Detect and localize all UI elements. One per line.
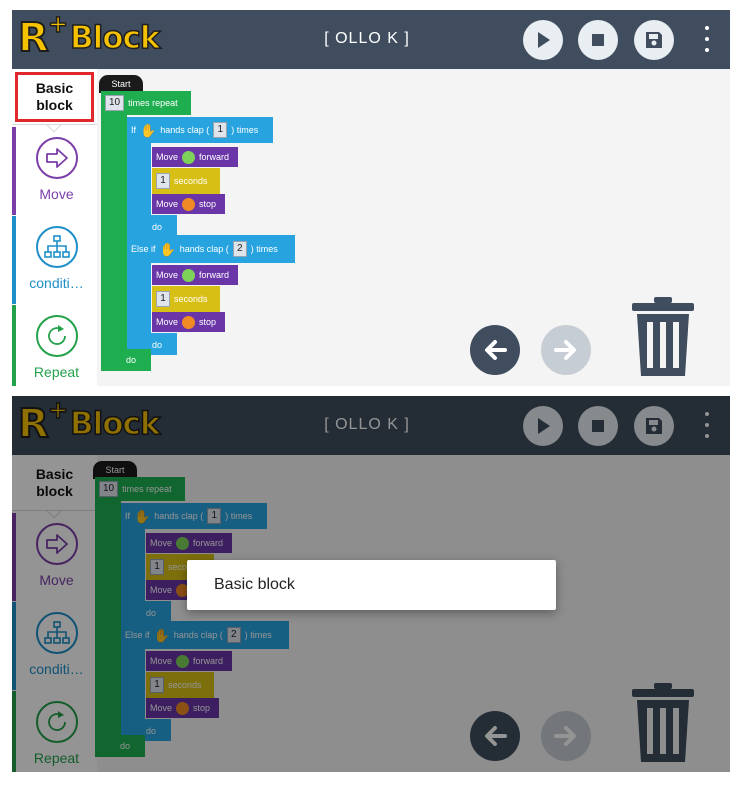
arrow-right-icon — [554, 340, 576, 360]
wait-seconds-block[interactable]: 1 seconds — [152, 286, 220, 312]
seconds-label: seconds — [174, 293, 208, 304]
move-label: Move — [156, 151, 179, 162]
move-label: Move — [156, 269, 179, 280]
redo-button[interactable] — [541, 325, 591, 375]
screenshot-top: R + Block [ OLLO K ] Basic block Move condi… — [12, 10, 730, 386]
move-forward-block[interactable]: Move forward — [152, 265, 238, 285]
else-if-label: Else if — [131, 243, 156, 254]
else-if-times: ) times — [250, 243, 278, 254]
seconds-label: seconds — [174, 175, 208, 186]
repeat-count[interactable]: 10 — [105, 95, 125, 111]
save-button[interactable] — [634, 20, 674, 60]
move-label: Move — [156, 198, 179, 209]
stop-icon — [592, 34, 604, 46]
hierarchy-icon — [35, 226, 78, 268]
play-icon — [538, 32, 550, 48]
repeat-block-body — [101, 115, 127, 349]
arrow-right-icon — [35, 137, 78, 179]
move-stop-block[interactable]: Move stop — [152, 312, 225, 332]
if-label: If — [131, 124, 137, 135]
if-do-label: do — [127, 215, 177, 237]
category-condition-label: conditi… — [29, 275, 84, 291]
rblock-logo: R + Block — [17, 10, 161, 62]
robot-name: [ OLLO K ] — [324, 30, 410, 47]
forward-icon — [182, 268, 196, 282]
category-basic-label: Basic block — [35, 79, 74, 113]
arrow-left-icon — [485, 340, 507, 360]
category-repeat[interactable]: Repeat — [12, 305, 97, 386]
undo-button[interactable] — [470, 325, 520, 375]
category-move-label: Move — [39, 186, 74, 202]
move-label: Move — [156, 316, 179, 327]
dialog-option-basic-block[interactable]: Basic block — [214, 576, 295, 593]
else-if-clap-count[interactable]: 2 — [232, 241, 247, 257]
else-if-block[interactable]: Else if ✋ hands clap ( 2 ) times — [127, 235, 295, 263]
else-if-condition: hands clap ( — [179, 243, 229, 254]
wait-seconds-block[interactable]: 1 seconds — [152, 168, 220, 194]
repeat-do-label: do — [101, 349, 151, 371]
hand-clap-icon: ✋ — [159, 241, 176, 257]
stop-hand-icon — [182, 197, 196, 211]
category-dialog[interactable]: Basic block — [187, 560, 556, 610]
stop-button[interactable] — [578, 20, 618, 60]
repeat-label: times repeat — [128, 97, 178, 108]
hand-clap-icon: ✋ — [140, 122, 157, 138]
repeat-block[interactable]: 10 times repeat — [101, 91, 191, 115]
category-move[interactable]: Move — [12, 127, 97, 215]
move-arg[interactable]: forward — [199, 270, 229, 281]
seconds-value[interactable]: 1 — [156, 291, 170, 307]
move-stop-block[interactable]: Move stop — [152, 194, 225, 214]
if-clap-count[interactable]: 1 — [213, 122, 228, 138]
if-condition: hands clap ( — [160, 124, 210, 135]
move-arg[interactable]: stop — [199, 317, 216, 328]
category-basic-block[interactable]: Basic block — [12, 69, 97, 125]
block-category-sidebar: Basic block Move conditi… Repeat — [12, 69, 97, 386]
save-icon — [646, 32, 662, 48]
repeat-icon — [35, 315, 78, 357]
stop-hand-icon — [182, 315, 196, 329]
move-forward-block[interactable]: Move forward — [152, 147, 238, 167]
if-times: ) times — [231, 124, 259, 135]
category-condition[interactable]: conditi… — [12, 216, 97, 304]
category-repeat-label: Repeat — [33, 364, 80, 380]
trash-icon[interactable] — [630, 296, 696, 378]
screenshot-bottom: R + Block [ OLLO K ] Basic block Move condi… — [12, 396, 730, 772]
block-workspace[interactable]: Start 10 times repeat If ✋ hands clap ( 1… — [97, 69, 730, 386]
play-button[interactable] — [523, 20, 563, 60]
app-toolbar: R + Block [ OLLO K ] — [12, 10, 730, 69]
more-vert-icon[interactable] — [700, 26, 714, 52]
move-arg[interactable]: stop — [199, 199, 216, 210]
seconds-value[interactable]: 1 — [156, 173, 170, 189]
move-arg[interactable]: forward — [199, 152, 229, 163]
forward-icon — [182, 150, 196, 164]
if-block[interactable]: If ✋ hands clap ( 1 ) times — [127, 117, 273, 143]
